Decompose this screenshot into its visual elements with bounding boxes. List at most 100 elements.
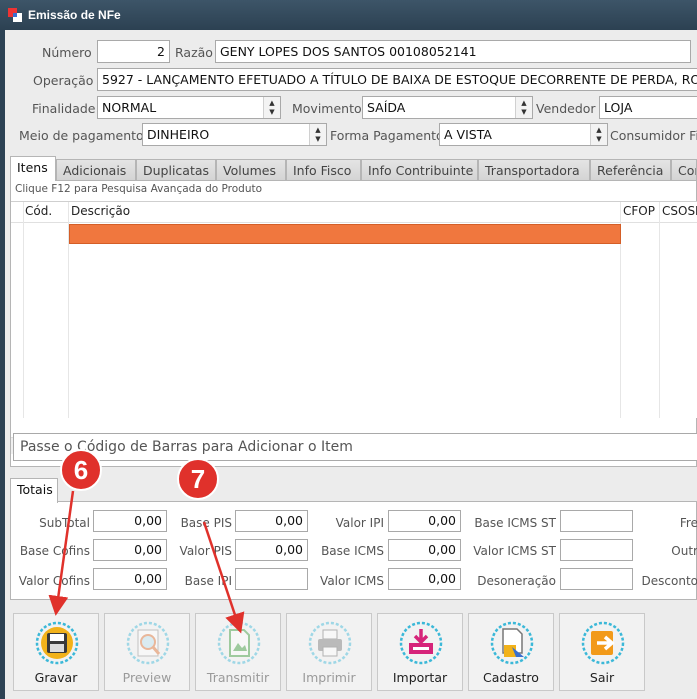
- desoneracao-field[interactable]: [560, 568, 633, 590]
- exit-arrow-icon: [581, 621, 625, 665]
- title-bar: Emissão de NFe: [0, 0, 697, 30]
- magnifier-icon: [126, 621, 170, 665]
- base-pis-field[interactable]: 0,00: [235, 510, 308, 532]
- sair-label: Sair: [589, 670, 615, 685]
- col-descricao[interactable]: Descrição: [71, 204, 130, 218]
- tab-itens[interactable]: Itens: [10, 156, 56, 181]
- base-icms-st-label: Base ICMS ST: [474, 516, 556, 530]
- search-hint: Clique F12 para Pesquisa Avançada do Pro…: [15, 183, 263, 195]
- movimento-label: Movimento: [292, 101, 362, 116]
- app-logo-icon: [8, 8, 22, 22]
- grid-divider: [23, 202, 24, 418]
- cadastro-button[interactable]: Cadastro: [468, 613, 554, 691]
- consumidor-final-label: Consumidor Fin: [610, 128, 697, 143]
- register-document-icon: [490, 621, 534, 665]
- spin-arrows-icon[interactable]: ▲ ▼: [263, 97, 280, 118]
- valor-cofins-label: Valor Cofins: [18, 574, 90, 588]
- operacao-field[interactable]: 5927 - LANÇAMENTO EFETUADO A TÍTULO DE B…: [97, 68, 697, 91]
- preview-button[interactable]: Preview: [104, 613, 190, 691]
- tab-adicionais[interactable]: Adicionais: [56, 159, 136, 180]
- tab-info-contribuinte[interactable]: Info Contribuinte: [361, 159, 478, 180]
- transmitir-label: Transmitir: [206, 670, 270, 685]
- nfe-tabs: Itens Adicionais Duplicatas Volumes Info…: [5, 156, 697, 181]
- subtotal-label: SubTotal: [39, 516, 90, 530]
- gravar-label: Gravar: [34, 670, 78, 685]
- numero-label: Número: [42, 45, 92, 60]
- meio-pagamento-label: Meio de pagamento: [19, 128, 144, 143]
- totais-tabs: Totais: [5, 478, 697, 503]
- step-7-callout: 7: [177, 458, 219, 500]
- subtotal-field[interactable]: 0,00: [93, 510, 167, 532]
- spin-arrows-icon[interactable]: ▲ ▼: [590, 124, 607, 145]
- step-6-callout: 6: [60, 449, 102, 491]
- imprimir-label: Imprimir: [302, 670, 356, 685]
- save-floppy-icon: [35, 621, 79, 665]
- base-icms-label: Base ICMS: [321, 544, 384, 558]
- valor-ipi-label: Valor IPI: [335, 516, 384, 530]
- movimento-select[interactable]: SAÍDA ▲ ▼: [362, 96, 533, 119]
- grid-divider: [659, 202, 660, 418]
- totais-panel: SubTotal 0,00 Base Cofins 0,00 Valor Cof…: [10, 501, 697, 600]
- spin-arrows-icon[interactable]: ▲ ▼: [515, 97, 532, 118]
- base-cofins-label: Base Cofins: [19, 544, 90, 558]
- meio-pagamento-value: DINHEIRO: [147, 127, 210, 142]
- numero-field[interactable]: 2: [97, 40, 170, 63]
- imprimir-button[interactable]: Imprimir: [286, 613, 372, 691]
- valor-icms-label: Valor ICMS: [320, 574, 384, 588]
- importar-label: Importar: [392, 670, 448, 685]
- meio-pagamento-select[interactable]: DINHEIRO ▲ ▼: [142, 123, 327, 146]
- finalidade-value: NORMAL: [102, 100, 157, 115]
- form-area: Número 2 Razão GENY LOPES DOS SANTOS 001…: [5, 30, 697, 699]
- valor-ipi-field[interactable]: 0,00: [388, 510, 461, 532]
- transmitir-button[interactable]: Transmitir: [195, 613, 281, 691]
- valor-icms-st-field[interactable]: [560, 539, 633, 561]
- nfe-window: Emissão de NFe Número 2 Razão GENY LOPES…: [0, 0, 697, 699]
- cadastro-label: Cadastro: [483, 670, 539, 685]
- grid-header: Cód. Descrição CFOP CSOSI: [11, 202, 697, 223]
- forma-pagamento-select[interactable]: A VISTA ▲ ▼: [439, 123, 608, 146]
- valor-icms-field[interactable]: 0,00: [388, 568, 461, 590]
- desoneracao-label: Desoneração: [477, 574, 556, 588]
- barcode-input[interactable]: Passe o Código de Barras para Adicionar …: [13, 433, 697, 461]
- gravar-button[interactable]: Gravar: [13, 613, 99, 691]
- desconto-label: Desconto: [641, 574, 697, 588]
- base-icms-field[interactable]: 0,00: [388, 539, 461, 561]
- valor-pis-label: Valor PIS: [179, 544, 232, 558]
- frete-label: Fre: [679, 516, 697, 530]
- base-cofins-field[interactable]: 0,00: [93, 539, 167, 561]
- sair-button[interactable]: Sair: [559, 613, 645, 691]
- spin-arrows-icon[interactable]: ▲ ▼: [309, 124, 326, 145]
- table-row[interactable]: [69, 224, 621, 244]
- col-cfop[interactable]: CFOP: [623, 204, 655, 218]
- base-ipi-label: Base IPI: [184, 574, 232, 588]
- tab-totais[interactable]: Totais: [10, 478, 58, 503]
- importar-button[interactable]: Importar: [377, 613, 463, 691]
- tab-info-fisco[interactable]: Info Fisco: [286, 159, 361, 180]
- col-cod[interactable]: Cód.: [25, 204, 52, 218]
- valor-pis-field[interactable]: 0,00: [235, 539, 308, 561]
- vendedor-label: Vendedor: [536, 101, 596, 116]
- forma-pagamento-value: A VISTA: [444, 127, 492, 142]
- transmit-document-icon: [217, 621, 261, 665]
- tab-transportadora[interactable]: Transportadora: [478, 159, 590, 180]
- import-download-icon: [399, 621, 443, 665]
- col-csosn[interactable]: CSOSI: [662, 204, 697, 218]
- items-grid[interactable]: Cód. Descrição CFOP CSOSI: [11, 201, 697, 418]
- printer-icon: [308, 621, 352, 665]
- tab-referencia[interactable]: Referência: [590, 159, 671, 180]
- movimento-value: SAÍDA: [367, 100, 406, 115]
- vendedor-select[interactable]: LOJA: [599, 96, 697, 119]
- valor-cofins-field[interactable]: 0,00: [93, 568, 167, 590]
- preview-label: Preview: [122, 670, 172, 685]
- tab-duplicatas[interactable]: Duplicatas: [136, 159, 216, 180]
- finalidade-select[interactable]: NORMAL ▲ ▼: [97, 96, 281, 119]
- razao-field[interactable]: GENY LOPES DOS SANTOS 00108052141: [215, 40, 691, 63]
- base-icms-st-field[interactable]: [560, 510, 633, 532]
- itens-panel: Clique F12 para Pesquisa Avançada do Pro…: [10, 180, 697, 467]
- tab-volumes[interactable]: Volumes: [216, 159, 286, 180]
- outras-label: Outr: [671, 544, 697, 558]
- base-ipi-field[interactable]: [235, 568, 308, 590]
- tab-con[interactable]: Con: [671, 159, 697, 180]
- base-pis-label: Base PIS: [180, 516, 232, 530]
- razao-label: Razão: [175, 45, 213, 60]
